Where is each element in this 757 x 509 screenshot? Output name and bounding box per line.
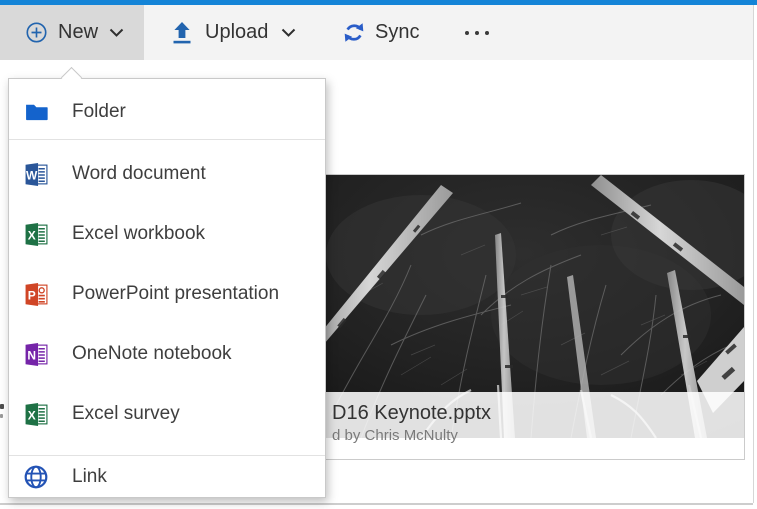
file-title[interactable]: D16 Keynote.pptx	[332, 401, 744, 425]
svg-text:X: X	[27, 228, 35, 242]
file-modified-by: d by Chris McNulty	[332, 427, 458, 444]
menu-item-powerpoint-presentation[interactable]: P PowerPoint presentation	[9, 264, 325, 324]
content-right-border	[753, 5, 754, 503]
menu-item-folder[interactable]: Folder	[9, 85, 325, 139]
menu-item-onenote-notebook[interactable]: N OneNote notebook	[9, 324, 325, 384]
obscured-tile-text-fragment	[0, 414, 3, 418]
onenote-icon: N	[23, 341, 49, 367]
menu-divider	[9, 139, 325, 140]
svg-text:W: W	[26, 168, 38, 182]
page-bottom-divider	[0, 503, 753, 505]
sync-button-label: Sync	[375, 21, 420, 43]
menu-item-label: OneNote notebook	[72, 343, 232, 364]
chevron-down-icon	[109, 28, 124, 38]
new-button-label: New	[58, 21, 99, 43]
globe-icon	[23, 464, 49, 490]
menu-item-link[interactable]: Link	[9, 456, 325, 498]
sync-icon	[343, 21, 365, 44]
ellipsis-icon	[465, 30, 489, 35]
menu-item-label: Excel survey	[72, 403, 180, 424]
file-tile-footer: D16 Keynote.pptx d by Chris McNulty	[301, 392, 744, 459]
page: New Upload Sync D16 Keynote.pptx d by Ch…	[0, 0, 757, 509]
new-button[interactable]: New	[0, 5, 144, 60]
sync-button[interactable]: Sync	[331, 5, 419, 60]
menu-item-excel-workbook[interactable]: X Excel workbook	[9, 204, 325, 264]
folder-icon	[23, 99, 49, 125]
excel-icon: X	[23, 221, 49, 247]
svg-text:X: X	[27, 408, 35, 422]
powerpoint-icon: P	[23, 281, 49, 307]
more-commands-button[interactable]	[449, 5, 505, 60]
menu-item-label: Link	[72, 466, 107, 487]
menu-item-excel-survey[interactable]: X Excel survey	[9, 384, 325, 444]
menu-item-label: Excel workbook	[72, 223, 206, 244]
menu-item-label: Word document	[72, 163, 206, 184]
chevron-down-icon	[281, 28, 296, 38]
word-icon: W	[23, 161, 49, 187]
menu-item-label: PowerPoint presentation	[72, 283, 280, 304]
svg-text:N: N	[27, 348, 36, 362]
menu-item-label: Folder	[72, 101, 126, 122]
excel-survey-icon: X	[23, 401, 49, 427]
upload-arrow-icon	[172, 21, 192, 45]
new-dropdown-menu: Folder W Word document X Excel workbook …	[8, 78, 326, 498]
file-tile-keynote[interactable]: D16 Keynote.pptx d by Chris McNulty	[300, 174, 745, 460]
svg-text:P: P	[27, 288, 35, 302]
plus-circle-icon	[25, 21, 48, 44]
menu-item-word-document[interactable]: W Word document	[9, 144, 325, 204]
command-toolbar: New Upload Sync	[0, 5, 753, 60]
upload-button[interactable]: Upload	[160, 5, 296, 60]
obscured-tile-text-fragment	[0, 404, 4, 409]
upload-button-label: Upload	[205, 21, 269, 43]
